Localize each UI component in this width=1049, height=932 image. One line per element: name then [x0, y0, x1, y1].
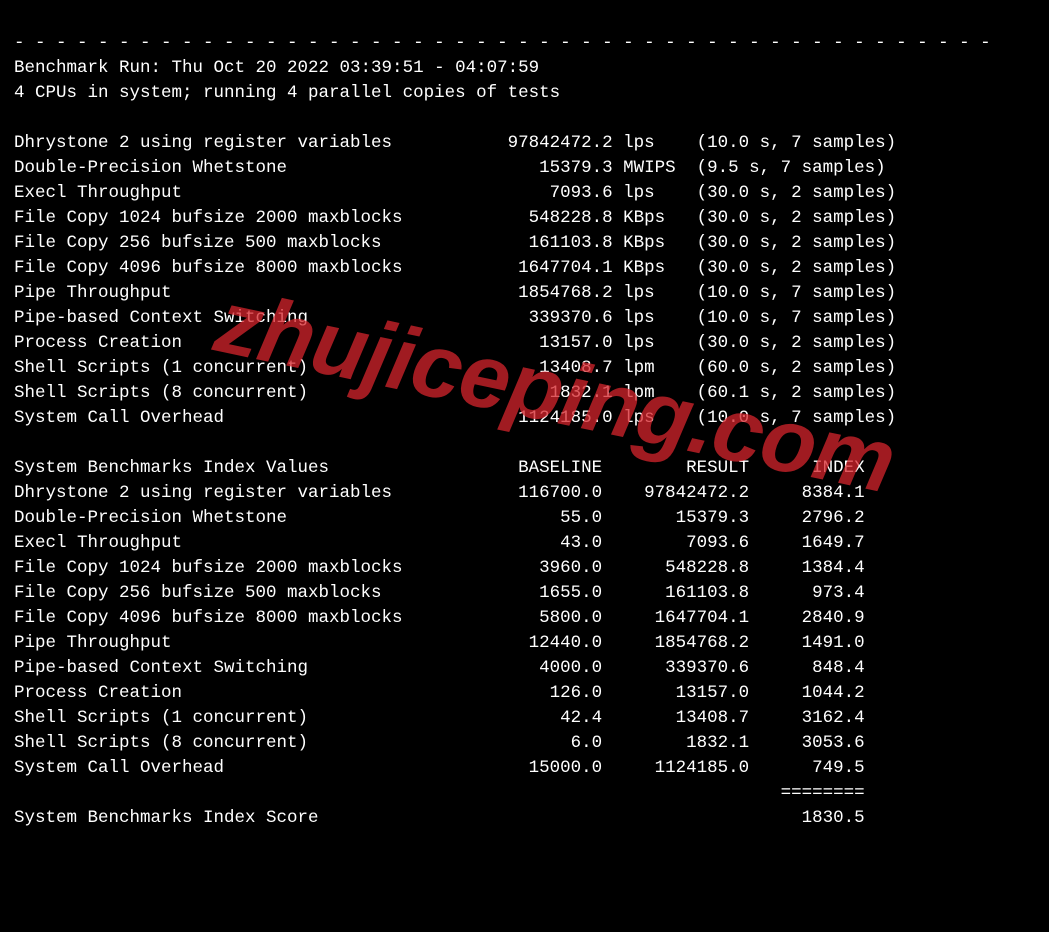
dash-line: - - - - - - - - - - - - - - - - - - - - … — [14, 33, 991, 53]
tests-block: Dhrystone 2 using register variables 978… — [14, 133, 896, 428]
cpu-line: 4 CPUs in system; running 4 parallel cop… — [14, 83, 560, 103]
index-block: System Benchmarks Index Values BASELINE … — [14, 458, 865, 803]
benchmark-run-line: Benchmark Run: Thu Oct 20 2022 03:39:51 … — [14, 58, 539, 78]
terminal-output: - - - - - - - - - - - - - - - - - - - - … — [0, 0, 1049, 870]
score-block: System Benchmarks Index Score 1830.5 — [14, 808, 865, 828]
